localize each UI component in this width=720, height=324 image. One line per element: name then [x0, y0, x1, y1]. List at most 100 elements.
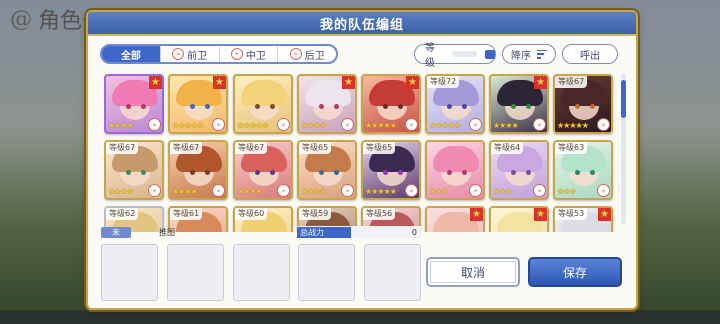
rarity-stars: ★★★★★ [365, 187, 397, 196]
character-level: 等级72 [427, 76, 460, 88]
cancel-button[interactable]: 取消 [426, 257, 520, 287]
rarity-stars: ★★★ [557, 187, 576, 196]
favorite-star-icon: ★ [534, 76, 547, 89]
back-position-icon: » [289, 48, 302, 60]
save-button[interactable]: 保存 [528, 257, 622, 287]
character-eyes [255, 104, 275, 109]
position-icon: » [212, 118, 225, 131]
character-card[interactable]: ★ [489, 206, 549, 232]
character-card[interactable]: 等级65 ★★★★★ » [361, 140, 421, 200]
character-card[interactable]: ★★★★★» [104, 74, 164, 134]
middle-position-icon: » [230, 48, 243, 60]
character-card[interactable]: 等级72 ★★★★★ » [425, 74, 485, 134]
character-card[interactable]: 等级53 ★ [553, 206, 613, 232]
character-grid: ★ ★★★★» ★ ★★★★★» ★★★★★» ★ ★★★★» ★ ★★★★★» 等级72 ★★★★… [104, 72, 618, 232]
character-card[interactable]: 等级63 ★★★ » [553, 140, 613, 200]
party-slot[interactable] [167, 244, 224, 301]
character-eyes [575, 170, 595, 175]
sort-order-button[interactable]: 降序 [502, 44, 556, 64]
character-eyes [383, 104, 403, 109]
rarity-stars: ★★★★ [172, 187, 198, 196]
position-icon: » [148, 184, 161, 197]
character-eyes [447, 170, 467, 175]
cancel-label: 取消 [460, 265, 485, 280]
position-icon: » [405, 118, 418, 131]
character-eyes [447, 104, 467, 109]
save-label: 保存 [562, 265, 587, 280]
sort-order-label: 降序 [511, 50, 531, 62]
tab-all[interactable]: 全部 [102, 46, 161, 62]
character-level: 等级60 [235, 208, 268, 220]
party-slot[interactable] [233, 244, 290, 301]
character-card[interactable]: ★ ★★★★★» [168, 74, 228, 134]
party-slot[interactable] [101, 244, 158, 301]
sort-options-icon [485, 49, 495, 59]
position-icon: » [212, 184, 225, 197]
character-card[interactable]: ★★★★★» [297, 74, 357, 134]
character-hair [241, 80, 287, 106]
character-level: 等级65 [299, 142, 332, 154]
character-level: 等级63 [555, 142, 588, 154]
sort-by-level-button[interactable]: 等级 [414, 43, 496, 69]
tab-front-label: 前卫 [187, 50, 208, 62]
position-filter-tabs: 全部 » 前卫 » 中卫 » 后卫 [100, 44, 338, 64]
rarity-stars: ★★★★★ [365, 121, 397, 130]
party-slot[interactable] [298, 244, 355, 301]
party-name-row: 未 推图 [101, 226, 297, 238]
rarity-stars: ★★★★ [108, 187, 134, 196]
character-card[interactable]: ★★★★★» [233, 74, 293, 134]
position-icon: » [533, 118, 546, 131]
character-card[interactable]: ★ ★★★★★» [361, 74, 421, 134]
character-level: 等级56 [363, 208, 396, 220]
rarity-stars: ★★★★★ [237, 121, 269, 130]
total-power-value: 0 [411, 227, 417, 237]
character-card[interactable]: ★ [425, 206, 485, 232]
grid-scrollbar[interactable] [621, 74, 626, 224]
character-level: 等级62 [106, 208, 139, 220]
rarity-stars: ★★★★ [493, 121, 519, 130]
character-eyes [255, 170, 275, 175]
favorite-star-icon: ★ [598, 208, 611, 221]
rarity-stars: ★★★ [493, 187, 512, 196]
favorite-star-icon: ★ [342, 76, 355, 89]
dialog-header: 我的队伍编组 [88, 12, 636, 36]
character-eyes [511, 170, 531, 175]
favorite-star-icon: ★ [213, 76, 226, 89]
character-eyes [126, 104, 146, 109]
character-level: 等级53 [555, 208, 588, 220]
character-level: 等级61 [170, 208, 203, 220]
rarity-stars: ★★★★★ [429, 121, 461, 130]
scrollbar-thumb[interactable] [621, 80, 626, 118]
character-level: 等级67 [555, 76, 588, 88]
character-card[interactable]: 等级67 ★★★★ » [168, 140, 228, 200]
character-card[interactable]: 等级65 ★★★★ » [297, 140, 357, 200]
descending-sort-icon [537, 49, 547, 59]
tab-front[interactable]: » 前卫 [161, 46, 220, 62]
favorite-star-icon: ★ [149, 76, 162, 89]
rarity-stars: ★★★★ [108, 121, 134, 130]
position-icon: » [533, 184, 546, 197]
tab-middle[interactable]: » 中卫 [220, 46, 279, 62]
character-card[interactable]: 等级64 ★★★ » [489, 140, 549, 200]
character-eyes [383, 170, 403, 175]
party-slot[interactable] [364, 244, 421, 301]
character-level: 等级65 [363, 142, 396, 154]
character-card[interactable]: 等级67 ★★★★ » [104, 140, 164, 200]
character-level: 等级59 [299, 208, 332, 220]
favorite-star-icon: ★ [470, 208, 483, 221]
character-card[interactable]: ★★★ » [425, 140, 485, 200]
rarity-stars: ★★★★ [237, 187, 263, 196]
party-unset-tag: 未 [101, 226, 131, 238]
favorite-star-icon: ★ [406, 76, 419, 89]
character-card[interactable]: 等级67 ★★★★★ » [553, 74, 613, 134]
summon-button[interactable]: 呼出 [562, 44, 618, 64]
character-card[interactable]: 等级67 ★★★★ » [233, 140, 293, 200]
character-card[interactable]: ★★★★★» [489, 74, 549, 134]
position-icon: » [597, 118, 610, 131]
character-eyes [511, 104, 531, 109]
character-level: 等级67 [106, 142, 139, 154]
sort-level-label: 等级 [425, 43, 435, 69]
tab-back-label: 后卫 [304, 50, 325, 62]
position-icon: » [597, 184, 610, 197]
tab-back[interactable]: » 后卫 [278, 46, 336, 62]
